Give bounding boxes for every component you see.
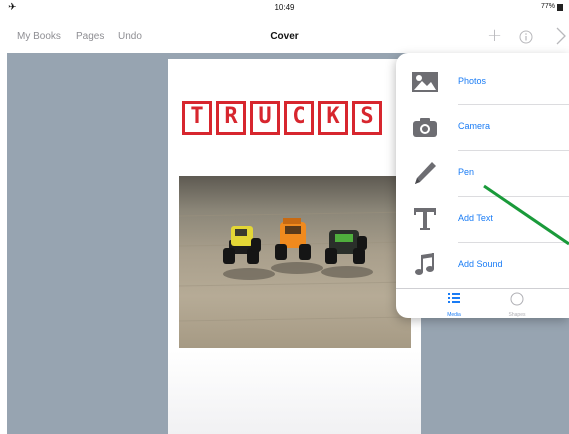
annotation-arrow — [483, 184, 569, 246]
